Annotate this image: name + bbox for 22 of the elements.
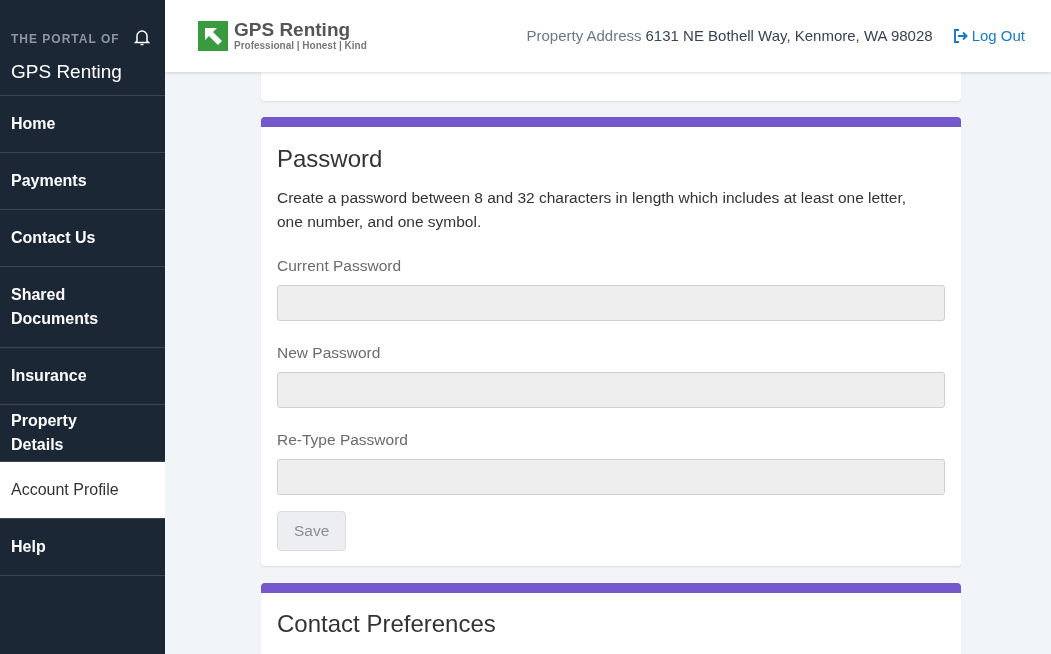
nav-item[interactable]: Contact Us bbox=[0, 210, 165, 267]
logout-link[interactable]: Log Out bbox=[952, 24, 1025, 48]
card-title: Password bbox=[277, 144, 384, 174]
nav-item[interactable]: Insurance bbox=[0, 348, 165, 405]
nav-item[interactable]: Payments bbox=[0, 153, 165, 210]
field-label: Current Password bbox=[277, 256, 403, 276]
bell-icon[interactable] bbox=[134, 28, 150, 46]
field-label: Re-Type Password bbox=[277, 430, 409, 450]
portal-eyebrow: THE PORTAL OF bbox=[11, 31, 120, 48]
logo-name: GPS Renting bbox=[234, 20, 351, 40]
nav-item[interactable]: Help bbox=[0, 519, 165, 576]
nav-item[interactable]: Home bbox=[0, 96, 165, 153]
card-title: Contact Preferences bbox=[277, 609, 497, 639]
nav-item[interactable]: Account Profile bbox=[0, 462, 165, 519]
card-description: Create a password between 8 and 32 characters in length which includes at least one letter, one number, and one symbol. bbox=[277, 188, 907, 232]
address-label: Property Address bbox=[526, 25, 642, 46]
address-text: 6131 NE Bothell Way, Kenmore, WA 98028 bbox=[645, 25, 933, 46]
logo-tagline: Professional | Honest | Kind bbox=[234, 40, 367, 52]
logout-icon bbox=[952, 29, 968, 43]
portal-title: GPS Renting bbox=[11, 60, 123, 84]
nav-item[interactable]: Shared Documents bbox=[0, 267, 165, 348]
field-label: New Password bbox=[277, 343, 382, 363]
